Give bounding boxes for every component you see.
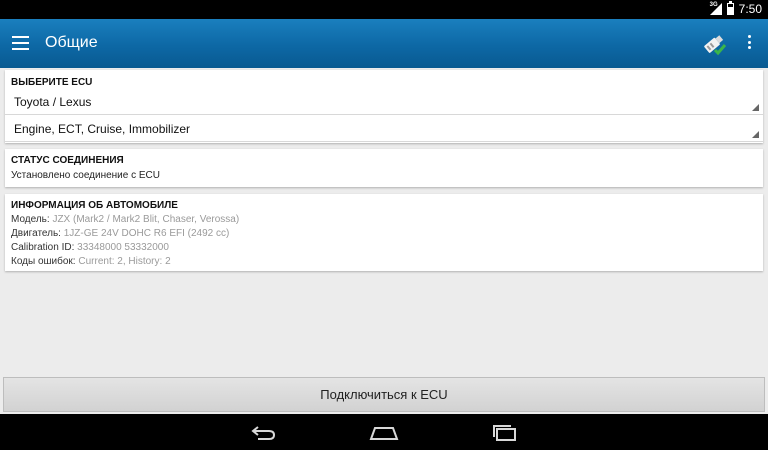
info-value: 1JZ-GE 24V DOHC R6 EFI (2492 cc) [63,228,230,239]
dropdown-arrow-icon [752,131,759,138]
info-value: JZX (Mark2 / Mark2 Blit, Chaser, Verossa… [52,214,240,225]
battery-icon [726,1,734,15]
ecu-select-card: ВЫБЕРИТЕ ECU Toyota / Lexus Engine, ECT,… [5,70,763,143]
info-value: 33348000 53332000 [77,242,169,253]
navigation-bar [0,414,768,450]
overflow-menu-icon[interactable] [744,35,754,53]
info-value: Current: 2, History: 2 [78,256,171,267]
ecu-system-dropdown[interactable]: Engine, ECT, Cruise, Immobilizer [5,116,763,142]
vehicle-info-card: ИНФОРМАЦИЯ ОБ АВТОМОБИЛЕ Модель: JZX (Ma… [5,194,763,271]
obd-adapter-connected-icon[interactable] [700,29,728,57]
ecu-make-dropdown[interactable]: Toyota / Lexus [5,89,763,115]
menu-icon[interactable] [12,36,29,50]
info-label: Двигатель: [11,228,61,239]
status-icons: 3G 7:50 [709,1,762,16]
connect-ecu-button[interactable]: Подключиться к ECU [3,377,765,412]
status-card-title: СТАТУС СОЕДИНЕНИЯ [11,155,124,166]
back-icon[interactable] [248,422,278,442]
ecu-system-value: Engine, ECT, Cruise, Immobilizer [14,122,191,136]
page-title: Общие [45,34,98,51]
info-label: Коды ошибок: [11,256,76,267]
dropdown-arrow-icon [752,104,759,111]
connection-status-card: СТАТУС СОЕДИНЕНИЯ Установлено соединение… [5,149,763,187]
info-label: Calibration ID: [11,242,75,253]
calibration-row: Calibration ID: 33348000 53332000 [11,242,169,253]
app-bar: Общие [0,19,768,68]
ecu-make-value: Toyota / Lexus [14,95,92,109]
home-icon[interactable] [369,422,399,442]
status-bar: 3G 7:50 [0,0,768,19]
info-label: Модель: [11,214,50,225]
model-row: Модель: JZX (Mark2 / Mark2 Blit, Chaser,… [11,214,239,225]
ecu-card-title: ВЫБЕРИТЕ ECU [11,77,93,88]
engine-row: Двигатель: 1JZ-GE 24V DOHC R6 EFI (2492 … [11,228,229,239]
recent-apps-icon[interactable] [490,422,520,442]
vehicle-card-title: ИНФОРМАЦИЯ ОБ АВТОМОБИЛЕ [11,200,178,211]
trouble-codes-row: Коды ошибок: Current: 2, History: 2 [11,256,171,267]
signal-icon: 3G [709,2,722,15]
status-time: 7:50 [738,2,762,16]
connection-status-text: Установлено соединение с ECU [11,170,160,181]
